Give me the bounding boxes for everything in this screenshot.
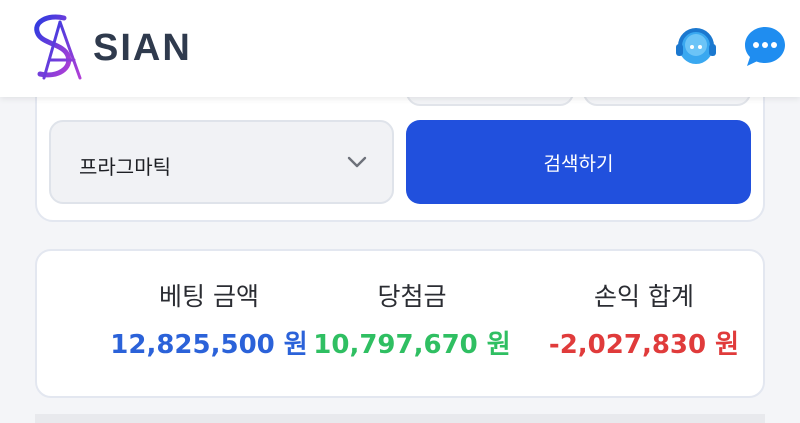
sian-logo-mark-icon[interactable]: [24, 12, 88, 82]
results-list-top-edge: [35, 414, 765, 423]
app-header: SIAN: [0, 0, 800, 97]
support-agent-icon[interactable]: [673, 24, 719, 70]
game-provider-select-value: 프라그마틱: [79, 155, 171, 179]
brand-name[interactable]: SIAN: [93, 26, 192, 70]
chevron-down-icon: [347, 156, 367, 168]
betting-summary-card: 베팅 금액 12,825,500 원 당첨금 10,797,670 원 손익 합…: [35, 249, 765, 398]
search-button[interactable]: 검색하기: [406, 120, 751, 204]
winnings-value: 10,797,670 원: [313, 330, 511, 360]
profit-loss-stat: 손익 합계 -2,027,830 원: [524, 279, 764, 363]
profit-loss-label: 손익 합계: [594, 282, 694, 311]
profit-loss-value: -2,027,830 원: [548, 330, 740, 360]
game-provider-select[interactable]: 프라그마틱: [49, 120, 394, 204]
winnings-label: 당첨금: [377, 282, 447, 311]
winnings-stat: 당첨금 10,797,670 원: [292, 279, 532, 363]
chat-bubble-icon[interactable]: [742, 24, 788, 70]
